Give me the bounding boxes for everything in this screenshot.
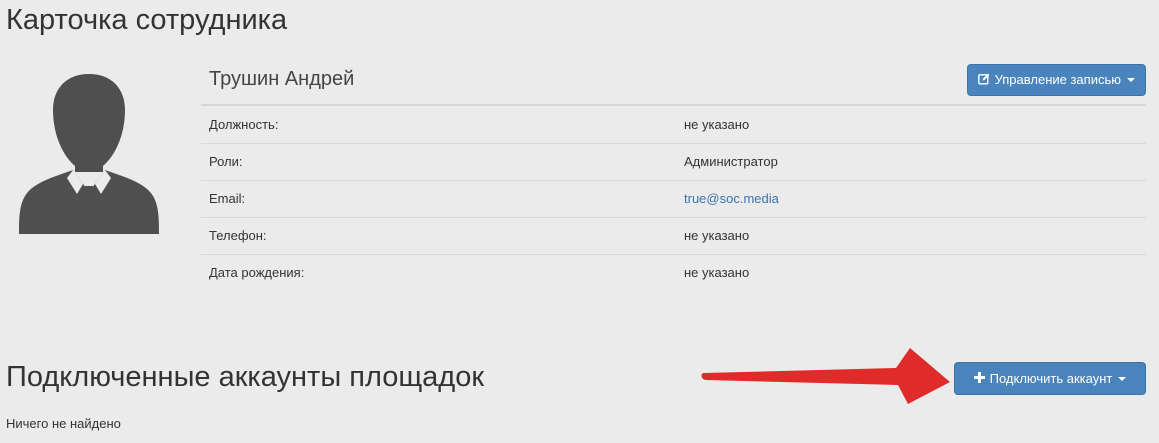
edit-square-icon — [977, 73, 990, 87]
empty-state-text: Ничего не найдено — [6, 416, 121, 431]
field-value-birthdate: не указано — [676, 253, 1146, 291]
connect-account-button[interactable]: Подключить аккаунт — [954, 362, 1146, 395]
annotation-arrow — [701, 348, 950, 404]
chevron-down-icon — [1127, 78, 1135, 82]
table-row: Роли: Администратор — [201, 142, 1146, 180]
field-value-phone: не указано — [676, 216, 1146, 254]
field-label-phone: Телефон: — [201, 216, 676, 254]
connect-account-label: Подключить аккаунт — [989, 370, 1113, 386]
profile-header: Трушин Андрей Управление записью — [201, 56, 1146, 106]
avatar-icon — [19, 74, 159, 234]
manage-record-label: Управление записью — [994, 72, 1121, 87]
field-label-position: Должность: — [209, 116, 279, 132]
field-value-email: true@soc.media — [676, 179, 1146, 217]
manage-record-button[interactable]: Управление записью — [966, 64, 1146, 96]
field-label-roles: Роли: — [201, 142, 676, 180]
field-value-position: не указано — [684, 116, 750, 132]
table-row: Дата рождения: не указано — [201, 253, 1146, 291]
table-row: Телефон: не указано — [201, 216, 1146, 254]
email-link[interactable]: true@soc.media — [684, 191, 779, 206]
chevron-down-icon — [1118, 376, 1127, 381]
table-row: Email: true@soc.media — [201, 179, 1146, 217]
employee-name: Трушин Андрей — [209, 68, 355, 90]
table-row: Должность: не указано — [201, 106, 1146, 143]
employee-profile: Трушин Андрей Управление записью Должнос… — [201, 56, 1146, 291]
field-label-email: Email: — [201, 179, 676, 217]
employee-info-table: Должность: не указано Роли: Администрато… — [201, 106, 1146, 291]
plus-icon — [973, 372, 985, 385]
accounts-section-title: Подключенные аккаунты площадок — [6, 361, 485, 393]
page-title: Карточка сотрудника — [6, 4, 288, 36]
field-label-birthdate: Дата рождения: — [201, 253, 676, 291]
field-value-roles: Администратор — [676, 142, 1146, 180]
